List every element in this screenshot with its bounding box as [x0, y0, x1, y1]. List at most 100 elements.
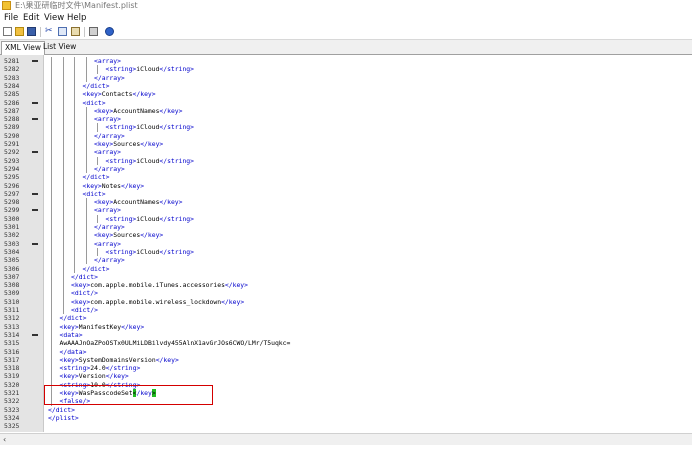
line-number: 5289 [4, 123, 20, 132]
fold-toggle-icon[interactable] [32, 242, 38, 245]
line-number: 5282 [4, 65, 20, 74]
title-bar: E:\果亚研临时文件\Manifest.plist [0, 0, 692, 12]
menu-help[interactable]: Help [67, 13, 86, 24]
code-line[interactable]: 5308 <key>com.apple.mobile.iTunes.accesso… [0, 281, 692, 289]
code-line[interactable]: 5320 <string>10.0</string> [0, 381, 692, 389]
code-line[interactable]: 5288 <array> [0, 115, 692, 123]
code-line[interactable]: 5322 <false/> [0, 397, 692, 405]
code-line[interactable]: 5295 </dict> [0, 173, 692, 181]
code-line[interactable]: 5285 <key>Contacts</key> [0, 90, 692, 98]
code-line[interactable]: 5286 <dict> [0, 99, 692, 107]
code-line[interactable]: 5300 <string>iCloud</string> [0, 215, 692, 223]
fold-toggle-icon[interactable] [32, 101, 38, 104]
status-bar [0, 445, 692, 455]
code-line[interactable]: 5301 </array> [0, 223, 692, 231]
code-text: <key>WasPasscodeSet</key> [59, 389, 156, 397]
copy-icon[interactable] [58, 27, 67, 36]
line-number: 5318 [4, 364, 20, 373]
code-text: <dict> [82, 189, 106, 198]
line-number: 5317 [4, 355, 20, 364]
code-line[interactable]: 5292 <array> [0, 148, 692, 156]
code-line[interactable]: 5291 <key>Sources</key> [0, 140, 692, 148]
code-text: <string>10.0</string> [59, 380, 141, 389]
code-text: <string>iCloud</string> [105, 156, 195, 165]
code-text: <key>Sources</key> [94, 231, 164, 240]
code-text: <array> [94, 206, 121, 215]
scroll-left-icon[interactable]: ‹ [3, 435, 6, 444]
horizontal-scrollbar[interactable]: ‹ [0, 433, 692, 445]
code-line[interactable]: 5319 <key>Version</key> [0, 372, 692, 380]
new-file-icon[interactable] [3, 27, 12, 36]
line-number: 5316 [4, 347, 20, 356]
code-line[interactable]: 5311 <dict/> [0, 306, 692, 314]
code-line[interactable]: 5293 <string>iCloud</string> [0, 157, 692, 165]
code-line[interactable]: 5307 </dict> [0, 273, 692, 281]
toolbar-separator [84, 27, 85, 37]
line-number: 5300 [4, 214, 20, 223]
code-line[interactable]: 5318 <string>24.0</string> [0, 364, 692, 372]
code-line[interactable]: 5324 </plist> [0, 414, 692, 422]
code-line[interactable]: 5296 <key>Notes</key> [0, 182, 692, 190]
code-line[interactable]: 5310 <key>com.apple.mobile.wireless_lockd… [0, 298, 692, 306]
code-line[interactable]: 5305 </array> [0, 256, 692, 264]
fold-toggle-icon[interactable] [32, 151, 38, 154]
code-line[interactable]: 5323 </dict> [0, 406, 692, 414]
code-text: </plist> [48, 413, 79, 422]
code-line[interactable]: 5299 <array> [0, 206, 692, 214]
code-text: <string>iCloud</string> [105, 65, 195, 74]
line-number: 5288 [4, 115, 20, 124]
fold-toggle-icon[interactable] [32, 333, 38, 336]
menu-view[interactable]: View [44, 13, 64, 24]
code-line[interactable]: 5283 </array> [0, 74, 692, 82]
help-icon[interactable] [105, 27, 114, 36]
line-number: 5302 [4, 231, 20, 240]
code-line[interactable]: 5302 <key>Sources</key> [0, 231, 692, 239]
code-text: </array> [94, 223, 125, 231]
code-line[interactable]: 5312 </dict> [0, 314, 692, 322]
line-number: 5303 [4, 239, 20, 248]
fold-toggle-icon[interactable] [32, 192, 38, 195]
line-number: 5287 [4, 106, 20, 115]
code-line[interactable]: 5298 <key>AccountNames</key> [0, 198, 692, 206]
code-line[interactable]: 5290 </array> [0, 132, 692, 140]
code-line[interactable]: 5284 </dict> [0, 82, 692, 90]
line-number: 5304 [4, 247, 20, 256]
menu-edit[interactable]: Edit [23, 13, 39, 24]
paste-icon[interactable] [71, 27, 80, 36]
code-line[interactable]: 5317 <key>SystemDomainsVersion</key> [0, 356, 692, 364]
line-number: 5299 [4, 206, 20, 215]
code-line[interactable]: 5325 [0, 422, 692, 430]
xml-editor[interactable]: 5281 <array> 5282 <string>iCloud</string> 52… [0, 55, 692, 432]
code-line[interactable]: 5289 <string>iCloud</string> [0, 123, 692, 131]
cut-icon[interactable]: ✂ [45, 26, 53, 36]
code-line[interactable]: 5309 <dict/> [0, 289, 692, 297]
code-line[interactable]: 5315 AwAAAJnOaZPoOSTx0ULMiLDBilvdy455AlnX… [0, 339, 692, 347]
code-line[interactable]: 5303 <array> [0, 240, 692, 248]
menu-file[interactable]: File [4, 13, 18, 24]
code-line[interactable]: 5321 <key>WasPasscodeSet</key> [0, 389, 692, 397]
code-line[interactable]: 5313 <key>ManifestKey</key> [0, 323, 692, 331]
code-line[interactable]: 5282 <string>iCloud</string> [0, 65, 692, 73]
tab-xml-view[interactable]: XML View [1, 41, 45, 55]
code-text: </array> [94, 256, 125, 265]
matching-bracket: > [151, 389, 156, 397]
tab-list-view[interactable]: List View [40, 41, 79, 53]
fold-toggle-icon[interactable] [32, 118, 38, 121]
fold-toggle-icon[interactable] [32, 60, 38, 62]
code-line[interactable]: 5294 </array> [0, 165, 692, 173]
line-number: 5291 [4, 140, 20, 148]
save-icon[interactable] [27, 27, 36, 36]
code-text: </array> [94, 73, 125, 82]
print-icon[interactable] [89, 27, 98, 36]
code-line[interactable]: 5287 <key>AccountNames</key> [0, 107, 692, 115]
code-line[interactable]: 5316 </data> [0, 348, 692, 356]
code-line[interactable]: 5304 <string>iCloud</string> [0, 248, 692, 256]
code-line[interactable]: 5297 <dict> [0, 190, 692, 198]
code-line[interactable]: 5281 <array> [0, 57, 692, 65]
fold-toggle-icon[interactable] [32, 209, 38, 212]
code-line[interactable]: 5314 <data> [0, 331, 692, 339]
code-line[interactable]: 5306 </dict> [0, 265, 692, 273]
line-number: 5321 [4, 389, 20, 397]
line-number: 5305 [4, 256, 20, 265]
open-folder-icon[interactable] [15, 27, 24, 36]
